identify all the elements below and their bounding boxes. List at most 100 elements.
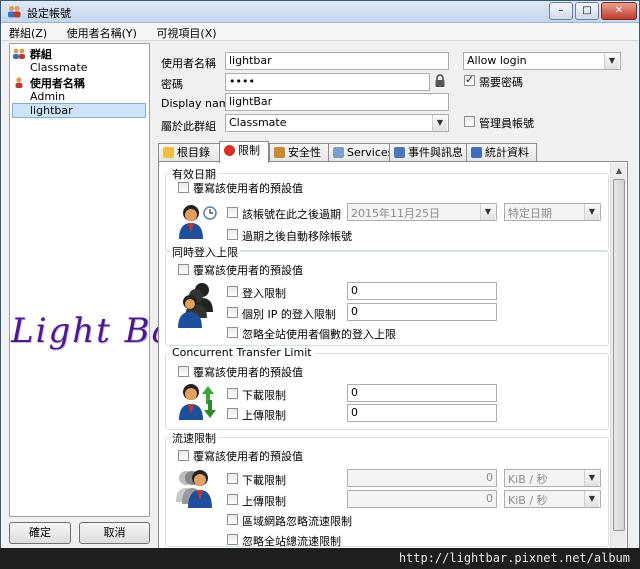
per-ip-limit-checkbox[interactable] <box>227 307 238 318</box>
minimize-button[interactable]: – <box>549 2 573 20</box>
transfer-upload-checkbox[interactable] <box>227 408 238 419</box>
tree-item-classmate[interactable]: Classmate <box>30 61 87 76</box>
account-tree: 群組 Classmate 使用者名稱 Admin lightbar <box>9 43 150 517</box>
speed-download-unit-select[interactable]: KiB / 秒 ▼ <box>504 469 601 487</box>
group-select-value: Classmate <box>229 116 287 129</box>
global-ignore-checkbox[interactable] <box>227 534 238 545</box>
chevron-down-icon: ▼ <box>604 53 619 69</box>
tab-root[interactable]: 根目錄 <box>158 143 220 162</box>
login-limit-override-label: 覆寫該使用者的預設值 <box>193 264 303 277</box>
admin-account-checkbox[interactable] <box>464 116 475 127</box>
menu-view[interactable]: 可視項目(X) <box>148 23 224 41</box>
ignore-global-login-checkbox[interactable] <box>227 327 238 338</box>
require-password-checkbox[interactable] <box>464 73 475 86</box>
chevron-down-icon: ▼ <box>432 115 447 131</box>
no-entry-icon <box>224 145 235 156</box>
lan-ignore-label: 區域網路忽略流速限制 <box>242 515 352 528</box>
speed-download-unit: KiB / 秒 <box>508 473 548 486</box>
chevron-down-icon: ▼ <box>480 204 495 220</box>
auto-remove-checkbox[interactable] <box>227 229 238 240</box>
tree-users-header[interactable]: 使用者名稱 <box>12 75 85 90</box>
user-speed-icon <box>176 470 212 508</box>
speed-upload-unit-select[interactable]: KiB / 秒 ▼ <box>504 490 601 508</box>
chevron-down-icon: ▼ <box>584 470 599 486</box>
tab-services[interactable]: Services <box>328 143 394 162</box>
title-bar: 設定帳號 – □ ✕ <box>1 1 639 23</box>
events-icon <box>394 147 405 158</box>
speed-upload-unit: KiB / 秒 <box>508 494 548 507</box>
lan-ignore-checkbox[interactable] <box>227 514 238 525</box>
user-clock-icon <box>179 205 217 239</box>
speed-upload-checkbox[interactable] <box>227 494 238 505</box>
transfer-limit-group: Concurrent Transfer Limit 覆寫該使用者的預設值 下載限… <box>165 346 609 430</box>
require-password-label: 需要密碼 <box>479 76 523 89</box>
users-icon <box>8 5 21 18</box>
ok-button[interactable]: 確定 <box>9 522 71 544</box>
auto-remove-label: 過期之後自動移除帳號 <box>242 230 352 243</box>
tab-services-label: Services <box>347 146 394 159</box>
scrollbar-thumb[interactable] <box>613 179 625 531</box>
login-limit-title: 同時登入上限 <box>170 244 240 260</box>
login-limit-checkbox[interactable] <box>227 286 238 297</box>
tab-statistics[interactable]: 統計資料 <box>466 143 537 162</box>
login-limit-override-checkbox[interactable] <box>178 264 189 275</box>
username-field[interactable]: lightbar <box>225 52 449 70</box>
speed-download-label: 下載限制 <box>242 474 286 487</box>
tab-root-label: 根目錄 <box>177 146 210 159</box>
date-type-select[interactable]: 特定日期 ▼ <box>504 203 601 221</box>
group-select[interactable]: Classmate ▼ <box>225 114 449 132</box>
cancel-button[interactable]: 取消 <box>79 522 150 544</box>
menu-group[interactable]: 群組(Z) <box>1 23 55 41</box>
per-ip-limit-field[interactable]: 0 <box>347 303 497 321</box>
lock-icon[interactable] <box>434 74 446 88</box>
limits-panel: 有效日期 覆寫該使用者的預設值 該帳號在此之後過期 2015年11月25日 ▼ … <box>158 161 628 549</box>
username-label: 使用者名稱 <box>161 57 216 70</box>
tab-limits[interactable]: 限制 <box>219 141 269 163</box>
tree-users-label: 使用者名稱 <box>29 77 85 90</box>
expire-after-checkbox[interactable] <box>227 207 238 218</box>
password-field[interactable]: •••• <box>225 73 430 91</box>
speed-limit-group: 流速限制 覆寫該使用者的預設值 下載限制 0 KiB / 秒 ▼ 上傳限制 0 … <box>165 430 609 548</box>
speed-override-checkbox[interactable] <box>178 450 189 461</box>
info-icon <box>471 147 482 158</box>
speed-download-checkbox[interactable] <box>227 473 238 484</box>
tab-statistics-label: 統計資料 <box>485 146 529 159</box>
folder-icon <box>163 147 174 158</box>
transfer-download-field[interactable]: 0 <box>347 384 497 402</box>
transfer-limit-title: Concurrent Transfer Limit <box>170 346 314 359</box>
group-label: 屬於此群組 <box>161 120 216 133</box>
expiry-group: 有效日期 覆寫該使用者的預設值 該帳號在此之後過期 2015年11月25日 ▼ … <box>165 166 609 251</box>
ignore-global-login-label: 忽略全站使用者個數的登入上限 <box>242 328 396 341</box>
global-ignore-label: 忽略全站總流速限制 <box>242 535 341 548</box>
admin-account-label: 管理員帳號 <box>479 117 534 130</box>
tab-security[interactable]: 安全性 <box>269 143 329 162</box>
transfer-override-checkbox[interactable] <box>178 366 189 377</box>
security-icon <box>274 147 285 158</box>
services-icon <box>333 147 344 158</box>
scroll-up-icon[interactable]: ▲ <box>611 163 627 179</box>
maximize-button[interactable]: □ <box>575 2 599 20</box>
menu-bar: 群組(Z) 使用者名稱(Y) 可視項目(X) <box>1 23 639 41</box>
panel-scrollbar[interactable]: ▲ <box>610 163 626 548</box>
expiry-override-checkbox[interactable] <box>178 182 189 193</box>
login-limit-group: 同時登入上限 覆寫該使用者的預設值 登入限制 0 個別 IP 的登入限制 0 忽… <box>165 244 609 346</box>
chevron-down-icon: ▼ <box>584 204 599 220</box>
tree-groups-label: 群組 <box>29 48 52 61</box>
tab-limits-label: 限制 <box>238 144 260 157</box>
tree-groups-header[interactable]: 群組 <box>12 46 52 61</box>
transfer-download-checkbox[interactable] <box>227 388 238 399</box>
menu-username[interactable]: 使用者名稱(Y) <box>59 23 145 41</box>
login-limit-field[interactable]: 0 <box>347 282 497 300</box>
tab-events[interactable]: 事件與訊息 <box>389 143 467 162</box>
transfer-upload-field[interactable]: 0 <box>347 404 497 422</box>
close-button[interactable]: ✕ <box>601 2 637 20</box>
transfer-download-label: 下載限制 <box>242 389 286 402</box>
speed-download-field[interactable]: 0 <box>347 469 497 487</box>
tree-item-lightbar[interactable]: lightbar <box>12 103 146 118</box>
tab-security-label: 安全性 <box>288 146 321 159</box>
chevron-down-icon: ▼ <box>584 491 599 507</box>
speed-upload-field[interactable]: 0 <box>347 490 497 508</box>
display-name-field[interactable]: lightBar <box>225 93 449 111</box>
login-mode-select[interactable]: Allow login ▼ <box>463 52 621 70</box>
expire-date-picker[interactable]: 2015年11月25日 ▼ <box>347 203 497 221</box>
